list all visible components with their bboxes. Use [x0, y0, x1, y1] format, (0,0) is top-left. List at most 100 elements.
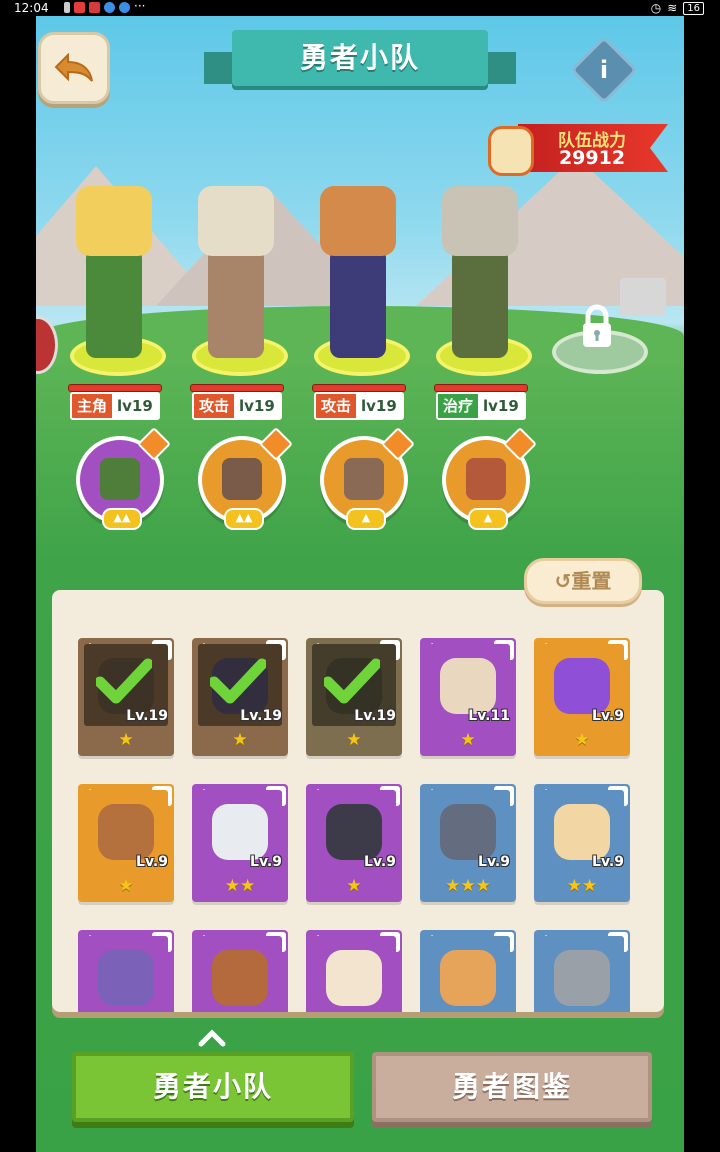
hero-role: 攻击 — [194, 394, 235, 418]
selected-check-icon — [96, 658, 152, 704]
hero-card[interactable]: ⬥ — [420, 930, 516, 1012]
app-notification-icon — [89, 2, 100, 13]
hero-card-level: Lv.11 — [468, 708, 510, 724]
hero-slot-4[interactable]: 治疗 lv19 — [430, 166, 532, 420]
app-notification-icon — [119, 2, 130, 13]
hero-card[interactable]: ⬥Lv.19★ — [78, 638, 174, 756]
hero-card-level: Lv.9 — [592, 854, 624, 870]
hero-body — [452, 248, 508, 358]
hero-portrait — [198, 936, 282, 1012]
hero-card-level: Lv.19 — [126, 708, 168, 724]
hero-card[interactable]: ⬥Lv.19★ — [306, 638, 402, 756]
hero-body — [86, 248, 142, 358]
hero-card[interactable]: ⬥Lv.11★ — [420, 638, 516, 756]
hero-card[interactable]: ⬥Lv.9★ — [78, 784, 174, 902]
hero-team-tab-button[interactable]: 勇者小队 — [72, 1052, 354, 1122]
pet-slot-3[interactable]: ▲ — [320, 427, 415, 530]
hero-card[interactable]: ⬥Lv.19★ — [192, 638, 288, 756]
pet-figure — [100, 458, 140, 500]
hero-card-level: Lv.9 — [364, 854, 396, 870]
hero-face — [98, 804, 154, 860]
hero-card[interactable]: ⬥Lv.9★ — [306, 784, 402, 902]
hero-face — [554, 804, 610, 860]
chevron-up-icon[interactable] — [198, 1028, 226, 1048]
hero-face — [326, 950, 382, 1006]
status-time: 12:04 — [14, 1, 49, 15]
hero-card-stars: ★ — [346, 730, 362, 750]
hero-card-stars: ★ — [574, 730, 590, 750]
hero-card-level: Lv.9 — [478, 854, 510, 870]
hero-portrait — [540, 936, 624, 1012]
game-screen: 勇者小队 i 队伍战力 29912 主角 lv19 攻击 lv19 攻击 lv1… — [36, 16, 684, 1152]
pet-slot-1[interactable]: ▲▲ — [76, 427, 171, 530]
sim-icon — [64, 2, 70, 13]
hero-slot-2[interactable]: 攻击 lv19 — [186, 166, 288, 420]
hero-card-level: Lv.19 — [354, 708, 396, 724]
hero-health-bar — [190, 384, 284, 392]
hero-face — [212, 804, 268, 860]
hero-face — [326, 804, 382, 860]
hero-head — [442, 186, 518, 256]
pet-upgrade-arrows: ▲▲ — [224, 508, 264, 530]
hero-slot-1[interactable]: 主角 lv19 — [64, 166, 166, 420]
hero-card-stars: ★★ — [224, 876, 256, 896]
wifi-icon: ≋ — [667, 1, 678, 15]
hero-card-level: Lv.9 — [136, 854, 168, 870]
hero-card-level: Lv.19 — [240, 708, 282, 724]
hero-role-tag: 攻击 lv19 — [314, 392, 404, 420]
hero-face — [212, 950, 268, 1006]
hero-head — [76, 186, 152, 256]
pet-upgrade-arrows: ▲▲ — [102, 508, 142, 530]
hero-collection-tab-button[interactable]: 勇者图鉴 — [372, 1052, 652, 1122]
hero-portrait — [426, 936, 510, 1012]
hero-card[interactable]: ⬥Lv.9★★★ — [420, 784, 516, 902]
title-ribbon: 勇者小队 — [204, 30, 516, 88]
selected-check-icon — [210, 658, 266, 704]
pet-figure — [466, 458, 506, 500]
hero-health-bar — [434, 384, 528, 392]
notification-icons: ··· — [64, 0, 145, 13]
pet-slot-4[interactable]: ▲ — [442, 427, 537, 530]
hero-face — [554, 658, 610, 714]
reset-button[interactable]: ↺重置 — [524, 558, 642, 604]
hero-card-level: Lv.9 — [592, 708, 624, 724]
page-title: 勇者小队 — [232, 30, 488, 86]
hero-health-bar — [312, 384, 406, 392]
hero-role-tag: 主角 lv19 — [70, 392, 160, 420]
pet-upgrade-arrows: ▲ — [468, 508, 508, 530]
hero-card-stars: ★ — [118, 876, 134, 896]
info-button[interactable]: i — [570, 36, 638, 104]
hero-role: 治疗 — [438, 394, 479, 418]
hero-card[interactable]: ⬥Lv.9★★ — [534, 784, 630, 902]
hero-card-stars: ★★ — [566, 876, 598, 896]
hero-slot-3[interactable]: 攻击 lv19 — [308, 166, 410, 420]
hero-face — [440, 950, 496, 1006]
hero-body — [208, 248, 264, 358]
pet-badge-icon — [259, 427, 293, 461]
hero-face — [440, 804, 496, 860]
hero-card[interactable]: ⬥ — [306, 930, 402, 1012]
hero-card-stars: ★ — [346, 876, 362, 896]
pet-badge-icon — [137, 427, 171, 461]
hero-card-stars: ★ — [460, 730, 476, 750]
alarm-icon: ◷ — [650, 1, 662, 15]
pet-badge-icon — [503, 427, 537, 461]
hero-card[interactable]: ⬥Lv.9★★ — [192, 784, 288, 902]
hero-card[interactable]: ⬥Lv.9★ — [534, 638, 630, 756]
hero-card-stars: ★★★ — [445, 876, 491, 896]
back-button[interactable] — [38, 32, 110, 104]
hero-level: lv19 — [234, 394, 280, 418]
hero-level: lv19 — [356, 394, 402, 418]
locked-hero-slot[interactable] — [552, 304, 648, 374]
status-bar: 12:04 ··· ◷ ≋ 16 — [0, 0, 720, 16]
hero-card-stars: ★ — [232, 730, 248, 750]
hero-head — [320, 186, 396, 256]
pet-slot-2[interactable]: ▲▲ — [198, 427, 293, 530]
pet-figure — [222, 458, 262, 500]
hero-card[interactable]: ⬥ — [192, 930, 288, 1012]
hero-card[interactable]: ⬥ — [534, 930, 630, 1012]
hero-card[interactable]: ⬥ — [78, 930, 174, 1012]
hero-card-level: Lv.9 — [250, 854, 282, 870]
hero-face — [554, 950, 610, 1006]
app-notification-icon — [74, 2, 85, 13]
